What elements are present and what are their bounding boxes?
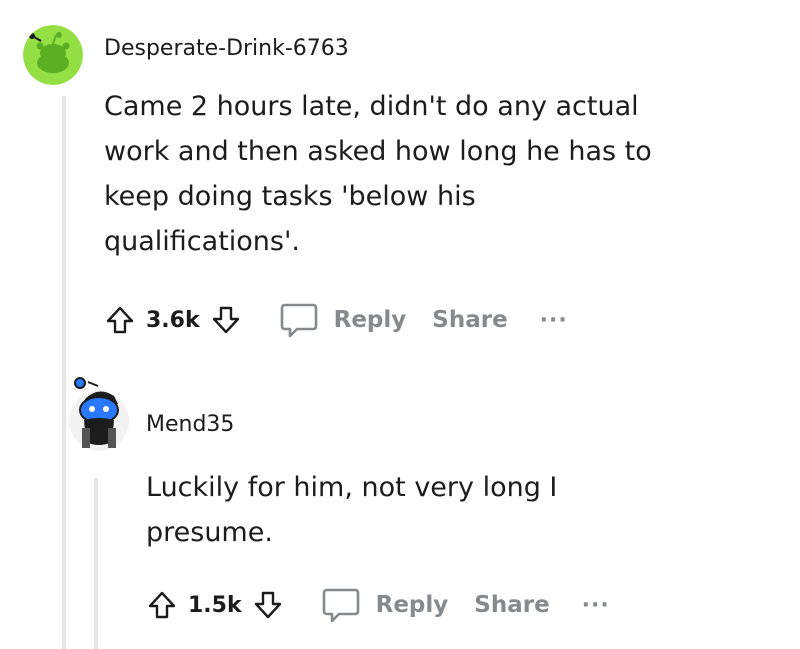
thread-line[interactable] bbox=[94, 478, 98, 649]
reply-bubble-icon[interactable] bbox=[278, 300, 320, 340]
snoo-avatar-icon[interactable] bbox=[23, 25, 83, 85]
more-options-button[interactable]: ··· bbox=[582, 593, 610, 618]
reply-bubble-icon[interactable] bbox=[320, 585, 362, 625]
vote-count: 3.6k bbox=[146, 307, 200, 333]
comment-actions: 3.6k Reply Share ··· bbox=[104, 300, 568, 340]
comment-username[interactable]: Desperate-Drink-6763 bbox=[104, 36, 349, 61]
thread-line[interactable] bbox=[62, 96, 66, 649]
share-button[interactable]: Share bbox=[474, 592, 549, 618]
comment-line: work and then asked how long he has to bbox=[104, 136, 652, 167]
comment-body: Luckily for him, not very long I presume… bbox=[146, 465, 746, 555]
comment-line: Came 2 hours late, didn't do any actual bbox=[104, 91, 639, 122]
comment-actions: 1.5k Reply Share ··· bbox=[146, 585, 610, 625]
comment-username[interactable]: Mend35 bbox=[146, 412, 234, 437]
reply-button[interactable]: Reply bbox=[376, 592, 449, 618]
comment-line: qualifications'. bbox=[104, 226, 300, 257]
more-options-button[interactable]: ··· bbox=[540, 308, 568, 333]
snoo-avatar-icon[interactable] bbox=[68, 376, 130, 456]
comment-line: Luckily for him, not very long I bbox=[146, 472, 558, 503]
comment-body: Came 2 hours late, didn't do any actual … bbox=[104, 84, 744, 264]
share-button[interactable]: Share bbox=[432, 307, 507, 333]
reply-button[interactable]: Reply bbox=[334, 307, 407, 333]
downvote-arrow-icon[interactable] bbox=[252, 589, 284, 621]
downvote-arrow-icon[interactable] bbox=[210, 304, 242, 336]
comment-line: presume. bbox=[146, 517, 273, 548]
vote-count: 1.5k bbox=[188, 592, 242, 618]
upvote-arrow-icon[interactable] bbox=[146, 589, 178, 621]
upvote-arrow-icon[interactable] bbox=[104, 304, 136, 336]
comment-line: keep doing tasks 'below his bbox=[104, 181, 476, 212]
